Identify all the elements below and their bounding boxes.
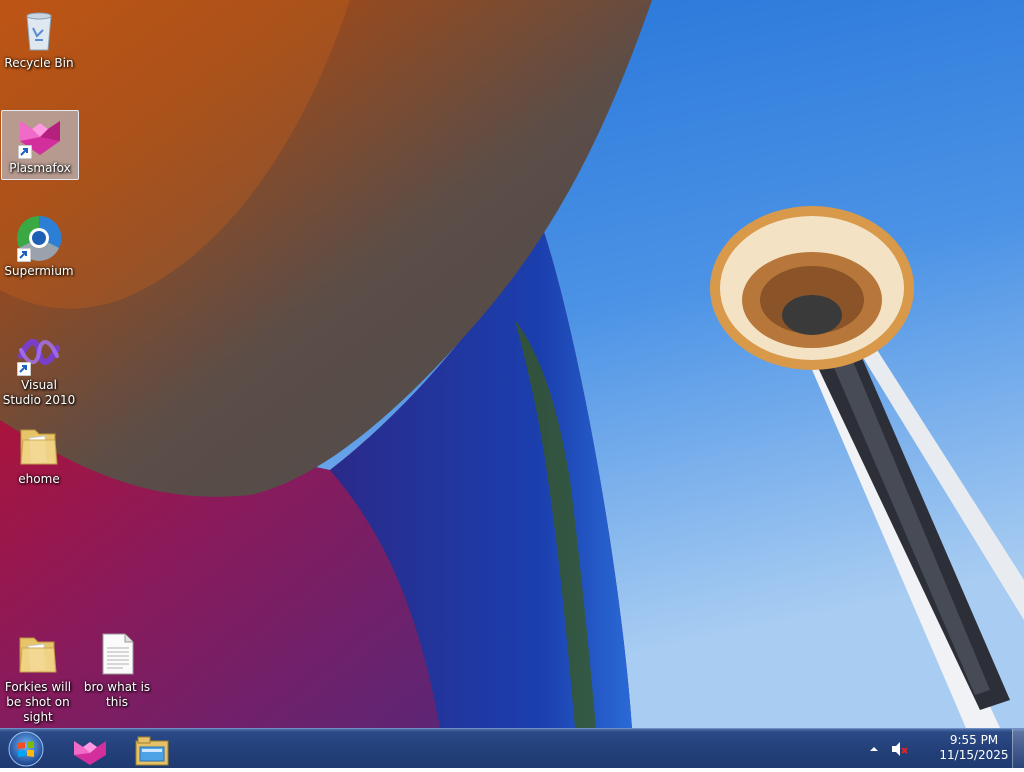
- desktop[interactable]: Recycle Bin Plasmafox Supermium Visual S…: [0, 0, 1024, 728]
- desktop-icon-label: Recycle Bin: [4, 56, 74, 70]
- show-hidden-icons-button[interactable]: [866, 741, 882, 757]
- tray-clock[interactable]: 9:55 PM 11/15/2025: [936, 733, 1012, 763]
- shortcut-arrow-icon: [17, 248, 31, 262]
- desktop-icon-label: Supermium: [4, 264, 74, 278]
- taskbar: 9:55 PM 11/15/2025: [0, 728, 1024, 769]
- volume-muted-icon: [892, 742, 908, 756]
- desktop-icon-label: Forkies will be shot on sight: [4, 680, 72, 724]
- desktop-icon-label: bro what is this: [83, 680, 151, 709]
- plasmafox-icon: [74, 741, 106, 765]
- file-explorer-icon: [135, 736, 169, 766]
- shortcut-arrow-icon: [17, 362, 31, 376]
- desktop-icon-visual-studio[interactable]: Visual Studio 2010: [1, 328, 77, 407]
- windows-logo-icon: [8, 731, 44, 767]
- clock-date: 11/15/2025: [939, 748, 1009, 762]
- desktop-icon-plasmafox[interactable]: Plasmafox: [1, 110, 79, 180]
- folder-icon: [14, 630, 62, 678]
- taskbar-plasmafox-button[interactable]: [62, 731, 118, 767]
- volume-tray-button[interactable]: [890, 740, 908, 758]
- supermium-icon: [15, 214, 63, 262]
- visual-studio-icon: [15, 328, 63, 376]
- text-file-icon: [93, 630, 141, 678]
- desktop-icon-supermium[interactable]: Supermium: [1, 214, 77, 282]
- desktop-icon-text-file[interactable]: bro what is this: [79, 630, 155, 714]
- desktop-icon-forkies-folder[interactable]: Forkies will be shot on sight: [0, 630, 76, 724]
- shortcut-arrow-icon: [18, 145, 32, 159]
- show-desktop-button[interactable]: [1012, 729, 1024, 769]
- wallpaper: [0, 0, 1024, 728]
- desktop-icon-recycle-bin[interactable]: Recycle Bin: [1, 6, 77, 74]
- clock-time: 9:55 PM: [949, 733, 999, 747]
- start-button[interactable]: [6, 730, 46, 768]
- desktop-icon-label: Visual Studio 2010: [2, 378, 76, 407]
- taskbar-explorer-button[interactable]: [124, 731, 180, 767]
- chevron-up-icon: [870, 747, 878, 751]
- plasmafox-icon: [16, 111, 64, 159]
- desktop-icon-label: ehome: [18, 472, 60, 486]
- recycle-bin-icon: [15, 6, 63, 54]
- desktop-icon-label: Plasmafox: [9, 161, 71, 175]
- desktop-icon-ehome[interactable]: ehome: [1, 422, 77, 490]
- folder-icon: [15, 422, 63, 470]
